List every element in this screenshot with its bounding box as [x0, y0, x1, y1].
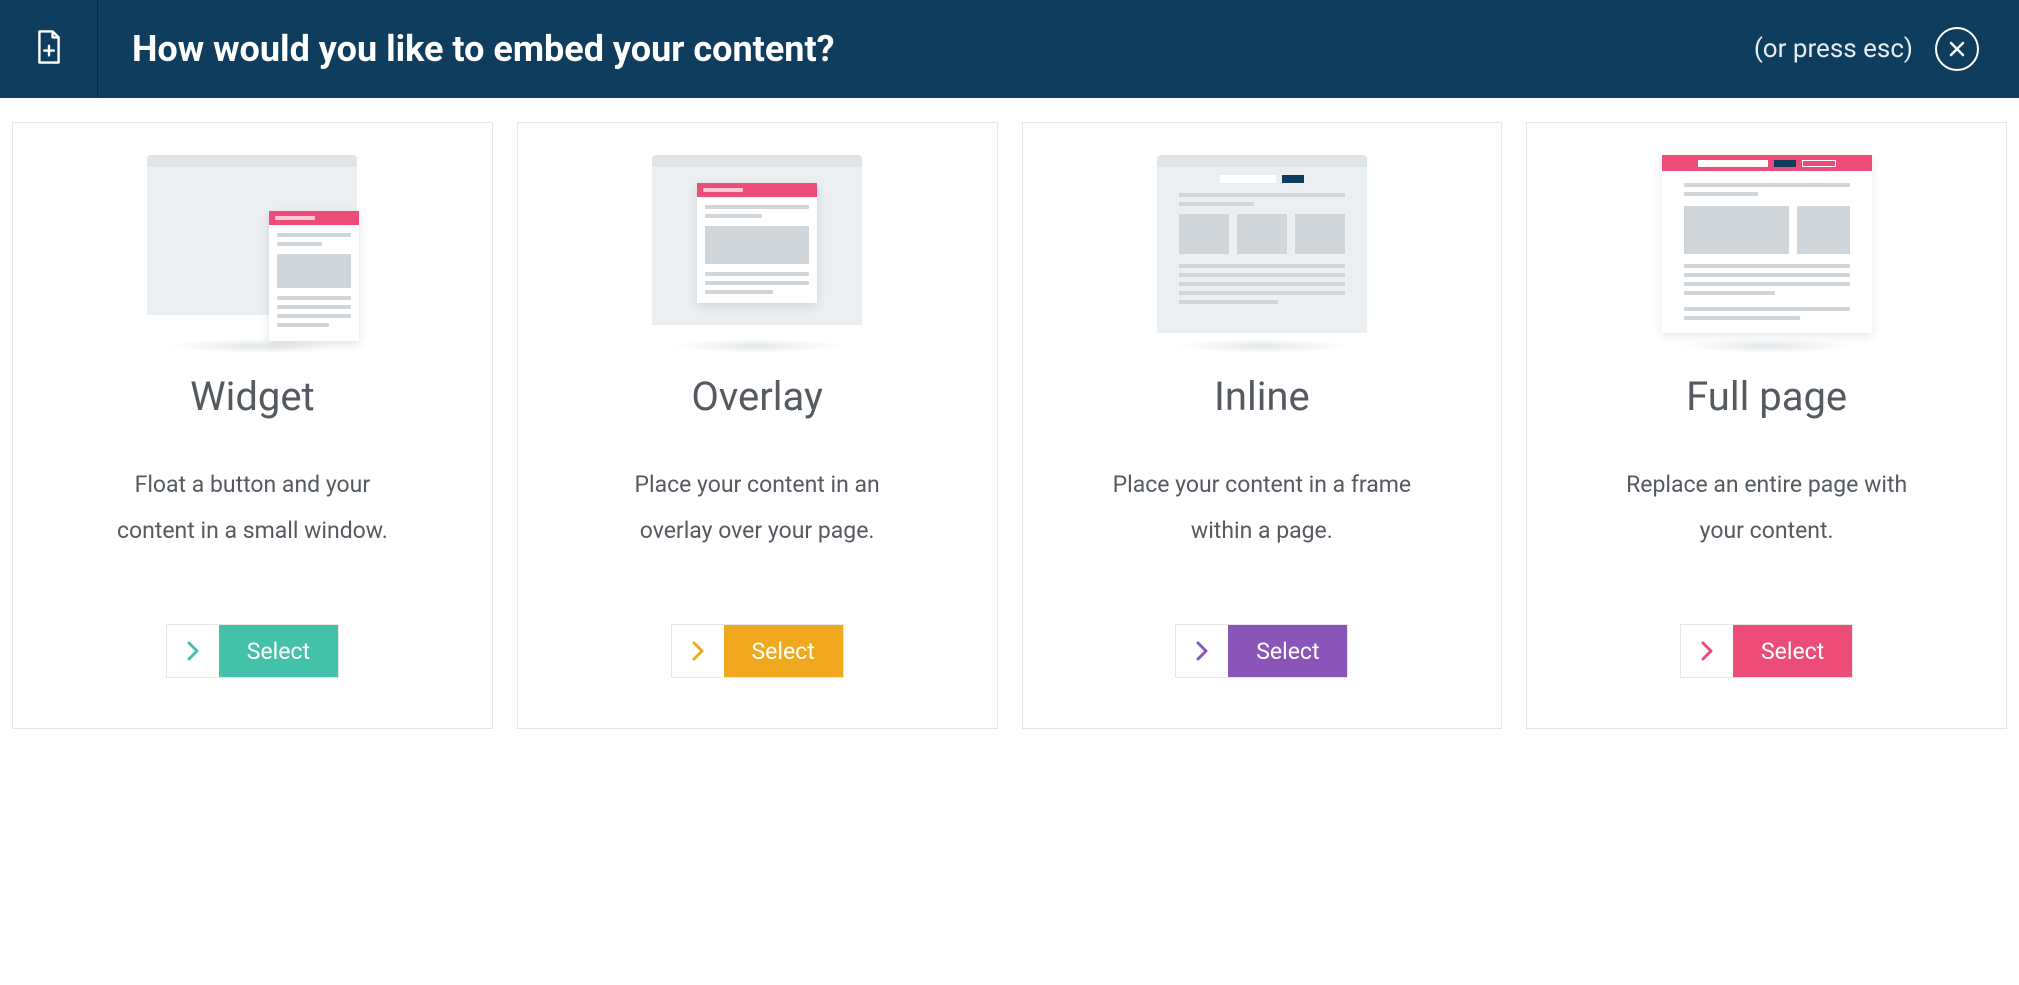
new-document-icon [34, 29, 64, 69]
card-description: Place your content in an overlay over yo… [607, 462, 907, 554]
card-description: Replace an entire page with your content… [1617, 462, 1917, 554]
card-title: Widget [190, 373, 315, 420]
page-title: How would you like to embed your content… [132, 28, 1754, 70]
chevron-right-icon [1176, 625, 1228, 677]
card-overlay: Overlay Place your content in an overlay… [517, 122, 998, 729]
card-inline: Inline Place your content in a frame wit… [1022, 122, 1503, 729]
illustration-widget [43, 155, 462, 365]
select-button-label: Select [219, 625, 338, 677]
card-description: Place your content in a frame within a p… [1112, 462, 1412, 554]
card-full-page: Full page Replace an entire page with yo… [1526, 122, 2007, 729]
select-button-label: Select [1228, 625, 1347, 677]
chevron-right-icon [1681, 625, 1733, 677]
illustration-inline [1053, 155, 1472, 365]
select-button-label: Select [1733, 625, 1852, 677]
esc-hint: (or press esc) [1754, 34, 1913, 64]
select-button-inline[interactable]: Select [1175, 624, 1348, 678]
close-icon [1948, 40, 1966, 58]
select-button-widget[interactable]: Select [166, 624, 339, 678]
close-button[interactable] [1935, 27, 1979, 71]
header-bar: How would you like to embed your content… [0, 0, 2019, 98]
select-button-overlay[interactable]: Select [671, 624, 844, 678]
chevron-right-icon [672, 625, 724, 677]
illustration-full-page [1557, 155, 1976, 365]
card-title: Overlay [691, 373, 823, 420]
chevron-right-icon [167, 625, 219, 677]
card-widget: Widget Float a button and your content i… [12, 122, 493, 729]
illustration-overlay [548, 155, 967, 365]
select-button-label: Select [724, 625, 843, 677]
card-title: Inline [1214, 373, 1310, 420]
card-description: Float a button and your content in a sma… [102, 462, 402, 554]
header-icon-box [0, 0, 98, 98]
cards-grid: Widget Float a button and your content i… [0, 98, 2019, 753]
card-title: Full page [1686, 373, 1847, 420]
select-button-full-page[interactable]: Select [1680, 624, 1853, 678]
